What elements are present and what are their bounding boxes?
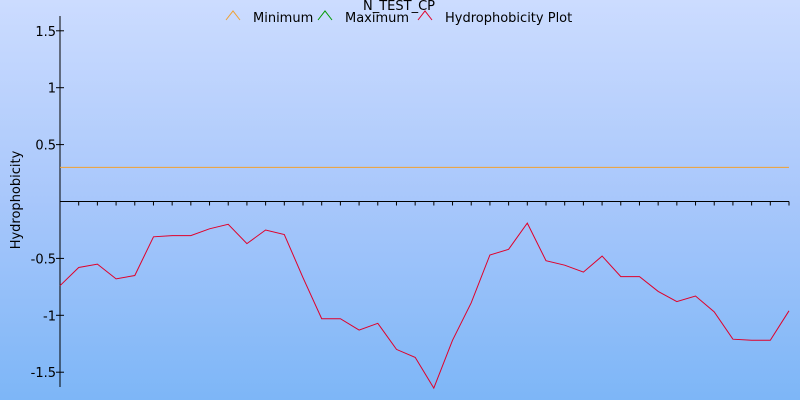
chart-canvas: N_TEST_CP Hydrophobicity Minimum Maximum H… [9,0,790,390]
legend-swatch-minimum [225,10,241,21]
series-plot-line [59,222,790,390]
legend-swatch-maximum [317,10,333,21]
legend-label-plot: Hydrophobicity Plot [445,11,572,26]
axes: 1.5 1 0.5 -0.5 -1 -1.5 [31,16,790,387]
y-tick-label: 0.5 [35,139,56,154]
legend-label-minimum: Minimum [253,11,313,26]
y-tick-label: 1.5 [35,25,56,40]
y-tick-label: 1 [48,82,56,97]
series-layer [59,166,790,390]
y-tick-label: -1 [43,309,56,324]
y-axis-label: Hydrophobicity [9,150,24,249]
legend-label-maximum: Maximum [345,11,409,26]
hydrophobicity-chart: N_TEST_CP Hydrophobicity Minimum Maximum H… [0,0,800,400]
y-tick-label: -0.5 [31,252,56,267]
y-tick-label: -1.5 [31,366,56,381]
legend: Minimum Maximum Hydrophobicity Plot [225,10,572,26]
